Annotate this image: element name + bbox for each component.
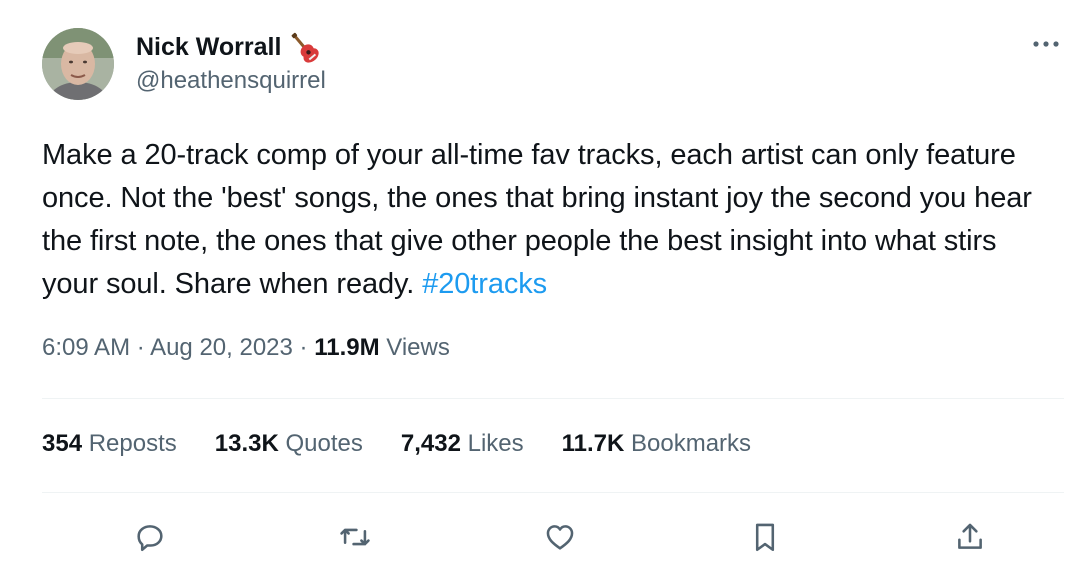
author-name[interactable]: Nick Worrall xyxy=(136,33,281,62)
guitar-icon xyxy=(287,30,321,64)
repost-button[interactable] xyxy=(333,515,377,559)
reply-button[interactable] xyxy=(128,515,172,559)
quotes-stat[interactable]: 13.3K Quotes xyxy=(215,430,363,458)
divider xyxy=(42,398,1064,399)
bookmarks-count: 11.7K xyxy=(561,430,625,457)
author-handle[interactable]: @heathensquirrel xyxy=(136,67,326,95)
action-bar xyxy=(100,512,1020,562)
more-icon xyxy=(1033,41,1059,47)
repost-icon xyxy=(340,528,370,546)
quotes-count: 13.3K xyxy=(214,430,279,457)
share-icon xyxy=(958,523,982,549)
avatar[interactable] xyxy=(42,28,114,100)
tweet-time[interactable]: 6:09 AM xyxy=(42,334,130,361)
reposts-label: Reposts xyxy=(82,430,177,457)
more-options-button[interactable] xyxy=(1028,30,1064,58)
like-button[interactable] xyxy=(538,515,582,559)
meta-separator: · xyxy=(292,334,315,361)
tweet-text: Make a 20-track comp of your all-time fa… xyxy=(42,134,1052,306)
engagement-stats: 354 Reposts 13.3K Quotes 7,432 Likes 11.… xyxy=(42,430,751,458)
bookmarks-label: Bookmarks xyxy=(624,430,752,457)
likes-count: 7,432 xyxy=(400,430,461,457)
reply-icon xyxy=(137,525,163,552)
views-count: 11.9M xyxy=(314,334,380,361)
avatar-photo xyxy=(42,28,114,100)
divider xyxy=(42,492,1064,493)
tweet-date[interactable]: Aug 20, 2023 xyxy=(150,334,293,361)
hashtag-link[interactable]: #20tracks xyxy=(422,268,547,300)
likes-label: Likes xyxy=(460,430,524,457)
bookmark-icon xyxy=(755,523,775,552)
reposts-stat[interactable]: 354 Reposts xyxy=(42,430,177,458)
bookmarks-stat[interactable]: 11.7K Bookmarks xyxy=(562,430,751,458)
author-name-row[interactable]: Nick Worrall xyxy=(136,30,321,64)
bookmark-button[interactable] xyxy=(743,515,787,559)
views-label: Views xyxy=(379,334,450,361)
likes-stat[interactable]: 7,432 Likes xyxy=(401,430,524,458)
share-button[interactable] xyxy=(948,515,992,559)
meta-separator: · xyxy=(130,334,151,361)
heart-icon xyxy=(546,525,574,550)
quotes-label: Quotes xyxy=(278,430,363,457)
tweet-meta: 6:09 AM · Aug 20, 2023 · 11.9M Views xyxy=(42,334,450,362)
reposts-count: 354 xyxy=(42,430,83,457)
